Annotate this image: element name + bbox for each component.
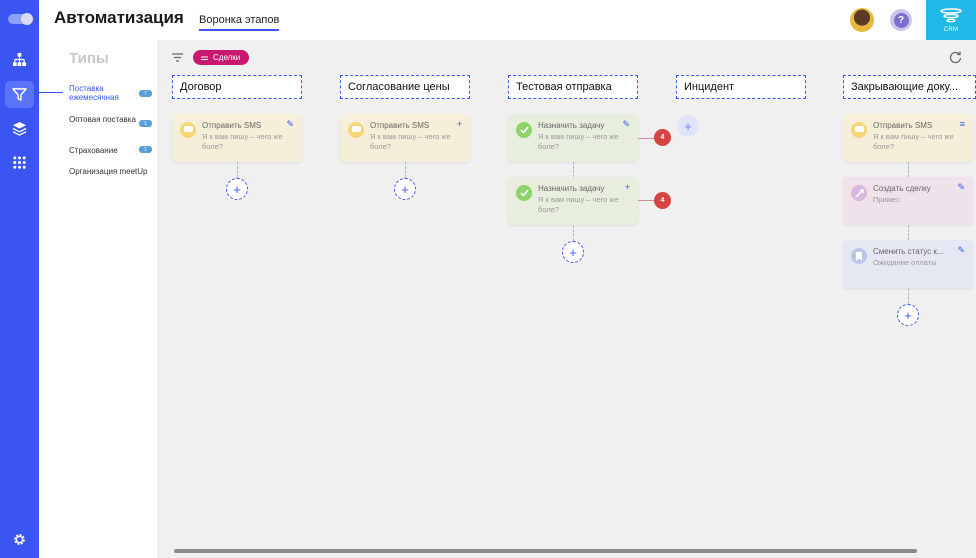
layers-button[interactable] [5,115,34,142]
automation-funnel-button[interactable] [5,81,34,108]
theme-toggle[interactable] [8,13,33,25]
user-avatar[interactable] [850,8,874,32]
card-description: Ожидание оплаты [873,258,937,267]
connector-line [638,138,654,139]
edit-icon[interactable]: ✎ [286,119,294,130]
automation-card[interactable]: Отправить SMS Я к вам пишу – чего же бол… [843,114,973,162]
add-automation-button[interactable]: + [562,241,584,263]
crm-label: CRM [943,26,959,33]
add-automation-button[interactable]: + [226,178,248,200]
entity-chip-deals[interactable]: Сделки [193,50,250,65]
connector-line [405,162,406,178]
automation-card[interactable]: Назначить задачу Я к вам пишу – чего же … [508,177,638,225]
connector-line [237,162,238,178]
connector-line [908,162,909,177]
connector-line [908,288,909,304]
card-description: Я к вам пишу – чего же боле? [538,132,619,151]
tab-stage-funnel[interactable]: Воронка этапов [199,14,280,31]
add-icon[interactable]: + [457,119,462,129]
gear-icon [14,534,25,545]
card-title: Сменить статус к... [873,247,944,256]
connector-line [638,200,654,201]
deal-icon [851,185,867,201]
types-heading: Типы [69,50,109,67]
sms-icon [348,122,364,138]
automation-card[interactable]: Сменить статус к... Ожидание оплаты ✎ [843,240,973,288]
card-title: Назначить задачу [538,184,605,193]
card-description: Примес [873,195,900,204]
type-count-badge: 1 [139,120,152,127]
connector-line [573,162,574,177]
menu-icon[interactable]: ≡ [960,119,965,129]
card-description: Я к вам пишу – чего же боле? [202,132,283,151]
connector-line [573,225,574,241]
count-badge[interactable]: 4 [654,129,671,146]
type-item[interactable]: Оптовая поставка [69,115,139,124]
stage-header[interactable]: Тестовая отправка [508,75,638,99]
stage-header[interactable]: Договор [172,75,302,99]
chip-label: Сделки [213,53,241,62]
edit-icon[interactable]: ✎ [957,245,965,256]
stage-board: Сделки Договор Согласование цены Тестова… [157,40,976,558]
org-structure-button[interactable] [5,46,34,73]
automation-card[interactable]: Создать сделку Примес ✎ [843,177,973,225]
top-header: Автоматизация Воронка этапов ? CRM [39,0,976,40]
count-badge[interactable]: 4 [654,192,671,209]
automation-card[interactable]: Назначить задачу Я к вам пишу – чего же … [508,114,638,162]
crm-button[interactable]: CRM [926,0,976,40]
card-title: Назначить задачу [538,121,605,130]
grid-icon [13,156,26,169]
settings-button[interactable] [5,526,34,553]
types-panel: Типы Поставка ежемесячная 7 Оптовая пост… [38,40,159,558]
apps-grid-button[interactable] [5,149,34,176]
card-description: Я к вам пишу – чего же боле? [370,132,451,151]
horizontal-scrollbar[interactable] [174,549,917,553]
connector-line [908,225,909,240]
sms-icon [180,122,196,138]
layers-icon [12,121,27,136]
sms-icon [851,122,867,138]
question-icon: ? [893,12,909,28]
add-automation-button[interactable]: + [394,178,416,200]
hierarchy-icon [12,52,27,67]
edit-icon[interactable]: ✎ [957,182,965,193]
card-title: Отправить SMS [873,121,933,130]
page-title: Автоматизация [54,8,184,27]
check-icon [516,122,532,138]
filter-icon[interactable] [172,53,183,62]
card-description: Я к вам пишу – чего же боле? [873,132,954,151]
type-item[interactable]: Страхование [69,146,139,155]
automation-card[interactable]: Отправить SMS Я к вам пишу – чего же бол… [172,114,302,162]
help-button[interactable]: ? [890,9,912,31]
card-title: Создать сделку [873,184,931,193]
swap-icon [201,56,208,60]
left-rail [0,0,39,558]
type-count-badge: 1 [139,146,152,153]
type-item[interactable]: Организация meetUp [69,167,159,176]
card-title: Отправить SMS [370,121,430,130]
stage-header[interactable]: Закрывающие доку... [843,75,976,99]
add-automation-button[interactable]: + [897,304,919,326]
edit-icon[interactable]: ✎ [622,119,630,130]
add-icon[interactable]: + [625,182,630,192]
type-item[interactable]: Поставка ежемесячная [69,84,139,102]
add-automation-button[interactable]: + [677,115,699,137]
stage-header[interactable]: Инцидент [676,75,806,99]
card-title: Отправить SMS [202,121,262,130]
automation-card[interactable]: Отправить SMS Я к вам пишу – чего же бол… [340,114,470,162]
stage-header[interactable]: Согласование цены [340,75,470,99]
crm-logo-icon [940,7,962,22]
check-icon [516,185,532,201]
card-description: Я к вам пишу – чего же боле? [538,195,619,214]
type-count-badge: 7 [139,90,152,97]
refresh-icon[interactable] [949,51,962,64]
funnel-icon [12,88,27,101]
bookmark-icon [851,248,867,264]
active-type-indicator [38,92,63,93]
